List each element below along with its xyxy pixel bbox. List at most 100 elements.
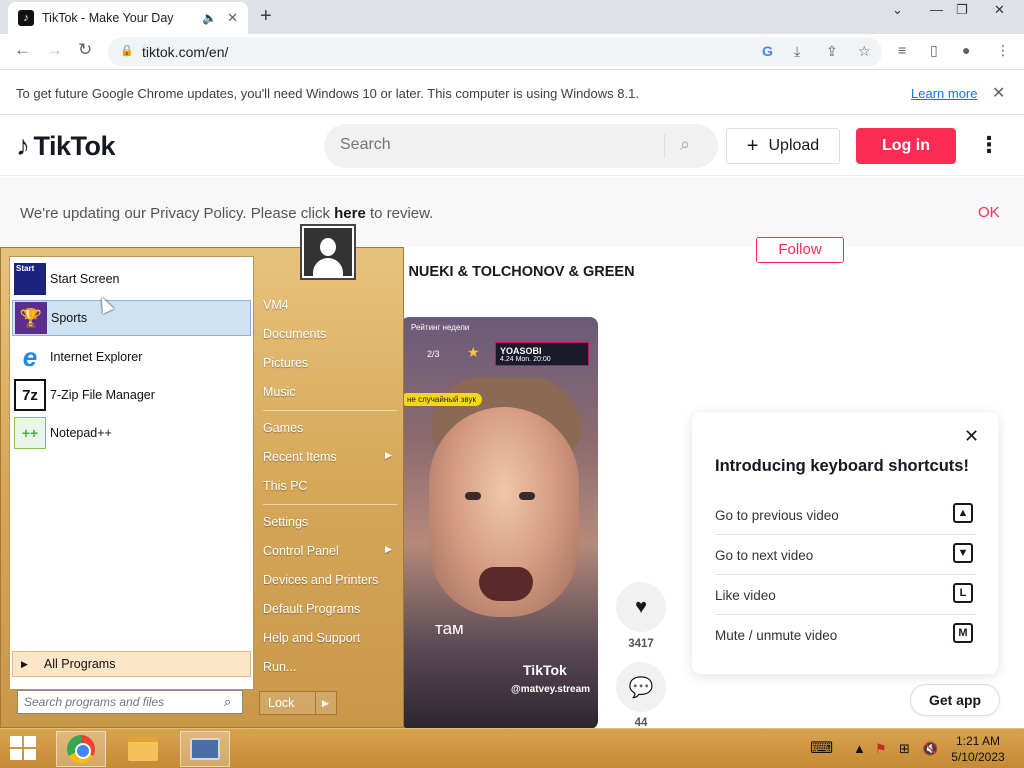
user-account-picture[interactable] — [300, 224, 356, 280]
login-button[interactable]: Log in — [856, 128, 956, 164]
lock-icon[interactable]: 🔒 — [120, 44, 134, 57]
start-item-7zip[interactable]: 7z 7-Zip File Manager — [12, 377, 251, 413]
privacy-ok-button[interactable]: OK — [978, 204, 1000, 221]
get-app-button[interactable]: Get app — [910, 684, 1000, 716]
search-input[interactable] — [340, 136, 650, 154]
privacy-here-link[interactable]: here — [334, 205, 366, 222]
audio-playing-icon[interactable]: 🔈 — [202, 11, 217, 25]
minimize-button[interactable]: — — [930, 2, 943, 17]
video-frame-eye-right — [519, 492, 535, 500]
update-infobar: To get future Google Chrome updates, you… — [0, 71, 1024, 115]
keyboard-shortcuts-panel: ✕ Introducing keyboard shortcuts! Go to … — [692, 412, 998, 674]
tiktok-logo[interactable]: ♪ TikTok — [16, 130, 116, 162]
address-url: tiktok.com/en/ — [142, 44, 229, 60]
video-player[interactable]: Рейтинг недели 2/3 ★ YOASOBI 4.24 Mon. 2… — [401, 317, 598, 729]
start-menu-divider — [263, 410, 397, 411]
more-menu-icon[interactable]: ⋮ — [978, 132, 1000, 158]
folder-icon — [128, 737, 158, 761]
like-button[interactable]: ♥ — [616, 582, 666, 632]
upload-button[interactable]: + Upload — [726, 128, 840, 164]
start-link-help-support[interactable]: Help and Support — [263, 631, 393, 645]
install-app-icon[interactable]: ⤓ — [794, 43, 800, 60]
privacy-suffix: to review. — [365, 205, 434, 222]
promo-date-value: 4.24 Mon. — [500, 356, 532, 363]
taskbar-clock[interactable]: 1:21 AM 5/10/2023 — [950, 733, 1006, 765]
start-item-internet-explorer[interactable]: e Internet Explorer — [12, 339, 251, 375]
start-link-games[interactable]: Games — [263, 421, 393, 435]
reload-button[interactable]: ↻ — [78, 40, 92, 60]
start-link-control-panel[interactable]: Control Panel ▶ — [263, 544, 393, 558]
media-control-icon[interactable]: ≡ — [898, 42, 906, 58]
shortcut-label: Go to next video — [715, 548, 814, 563]
touch-keyboard-icon[interactable]: ⌨ — [810, 738, 833, 758]
volume-muted-icon[interactable]: 🔇 — [922, 741, 938, 757]
taskbar-on-screen-keyboard[interactable] — [180, 731, 230, 767]
side-panel-icon[interactable]: ▯ — [930, 42, 938, 59]
video-caption: там — [435, 619, 464, 638]
plus-icon: + — [746, 134, 759, 157]
windows-start-button[interactable] — [10, 736, 38, 762]
forward-button[interactable]: → — [46, 40, 63, 60]
start-screen-icon: Start — [14, 263, 46, 295]
start-link-devices-printers[interactable]: Devices and Printers — [263, 573, 393, 587]
action-center-flag-icon[interactable]: ⚑ — [875, 741, 887, 757]
browser-tab[interactable]: ♪ TikTok - Make Your Day 🔈 ✕ — [8, 2, 248, 34]
comment-button[interactable]: 💬 — [616, 662, 666, 712]
follow-button[interactable]: Follow — [756, 237, 844, 263]
share-icon[interactable]: ⇪ — [826, 43, 838, 60]
start-link-music[interactable]: Music — [263, 385, 393, 399]
address-bar[interactable]: 🔒 tiktok.com/en/ G ⤓ ⇪ ☆ — [108, 37, 882, 67]
privacy-prefix: We're updating our Privacy Policy. Pleas… — [20, 205, 335, 222]
start-link-recent-items[interactable]: Recent Items ▶ — [263, 450, 393, 464]
lock-options-arrow-icon[interactable]: ▶ — [316, 698, 329, 709]
chrome-menu-icon[interactable]: ⋮ — [996, 42, 1010, 59]
tab-search-chevron-icon[interactable]: ⌄ — [892, 2, 903, 18]
bookmark-star-icon[interactable]: ☆ — [858, 43, 871, 60]
shortcut-label: Mute / unmute video — [715, 628, 838, 643]
shortcuts-title: Introducing keyboard shortcuts! — [715, 457, 969, 475]
start-link-pictures[interactable]: Pictures — [263, 356, 393, 370]
start-item-start-screen[interactable]: Start Start Screen — [12, 261, 251, 297]
user-avatar-icon — [304, 228, 352, 276]
search-bar: ⌕ — [324, 124, 718, 168]
internet-explorer-icon: e — [22, 341, 38, 372]
start-link-documents[interactable]: Documents — [263, 327, 393, 341]
start-search-input[interactable] — [24, 695, 220, 709]
search-icon[interactable]: ⌕ — [224, 694, 231, 710]
tab-close-icon[interactable]: ✕ — [227, 10, 238, 26]
search-icon[interactable]: ⌕ — [680, 134, 690, 155]
submenu-arrow-icon: ▶ — [385, 450, 392, 460]
new-tab-button[interactable]: + — [260, 5, 272, 28]
back-button[interactable]: ← — [14, 40, 31, 60]
start-link-run[interactable]: Run... — [263, 660, 393, 674]
taskbar-chrome[interactable] — [56, 731, 106, 767]
shortcut-label: Go to previous video — [715, 508, 839, 523]
like-count: 3417 — [628, 638, 654, 650]
start-link-default-programs[interactable]: Default Programs — [263, 602, 393, 616]
taskbar-file-explorer[interactable] — [118, 731, 168, 767]
windows-logo-pane — [10, 736, 22, 747]
start-search-box: ⌕ — [17, 690, 243, 714]
all-programs-button[interactable]: ▶ All Programs — [12, 651, 251, 677]
profile-avatar-icon[interactable]: ● — [962, 42, 970, 58]
restore-button[interactable]: ❐ — [956, 2, 968, 18]
lock-button[interactable]: Lock ▶ — [259, 691, 337, 715]
windows-logo-pane — [24, 736, 36, 747]
start-link-this-pc[interactable]: This PC — [263, 479, 393, 493]
infobar-close-icon[interactable]: ✕ — [992, 83, 1005, 103]
start-item-notepad-plus-plus[interactable]: ++ Notepad++ — [12, 415, 251, 451]
learn-more-link[interactable]: Learn more — [911, 86, 977, 101]
window-close-button[interactable]: ✕ — [994, 2, 1005, 18]
upload-label: Upload — [768, 137, 820, 154]
google-lens-icon[interactable]: G — [762, 43, 773, 59]
start-link-settings[interactable]: Settings — [263, 515, 393, 529]
start-item-sports[interactable]: 🏆 Sports — [12, 300, 251, 336]
video-counter: 2/3 — [427, 349, 440, 359]
start-item-label: Notepad++ — [50, 426, 112, 440]
all-programs-label: All Programs — [43, 657, 116, 671]
show-hidden-icons-icon[interactable]: ▲ — [853, 741, 866, 756]
user-avatar-body — [313, 258, 343, 276]
shortcuts-close-icon[interactable]: ✕ — [964, 426, 979, 447]
start-link-vm4[interactable]: VM4 — [263, 298, 393, 312]
network-icon[interactable]: ⊞ — [899, 741, 910, 757]
